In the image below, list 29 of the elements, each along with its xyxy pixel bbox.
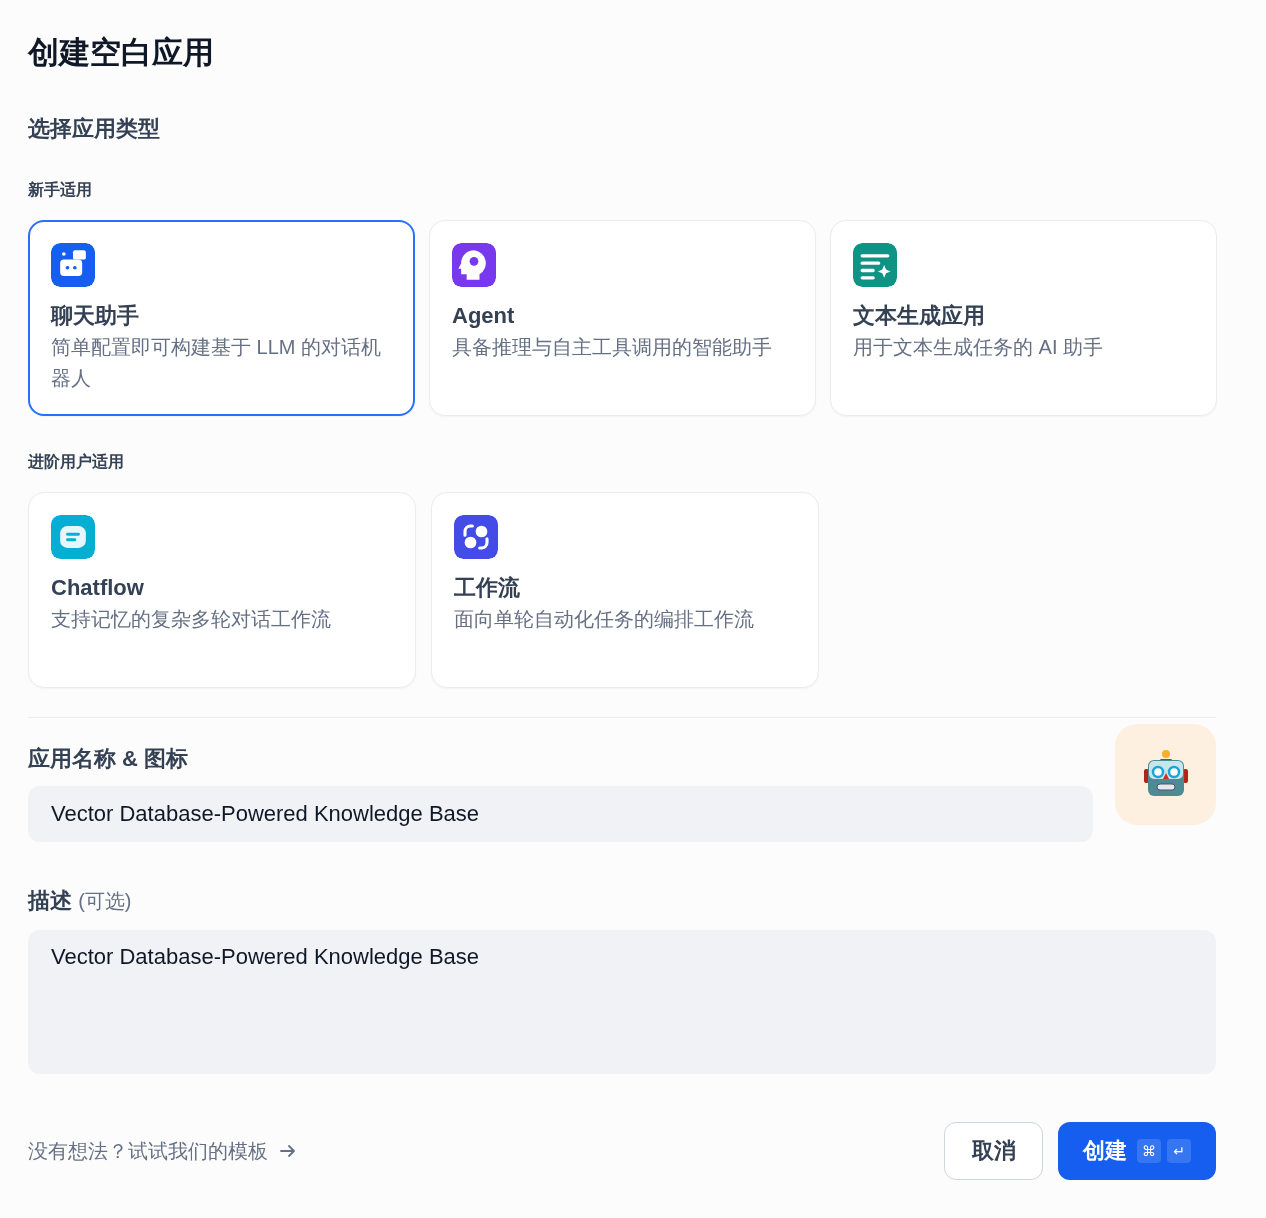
group-label: 进阶用户适用 [28, 452, 124, 472]
template-link[interactable]: 没有想法？试试我们的模板 [28, 1137, 298, 1165]
shortcut-key: ↵ [1167, 1139, 1191, 1163]
app-type-description: 具备推理与自主工具调用的智能助手 [452, 335, 773, 360]
app-type-description: 用于文本生成任务的 AI 助手 [853, 335, 1104, 360]
section-heading: 选择应用类型 [28, 115, 160, 143]
app-type-title: Chatflow [51, 574, 144, 602]
app-type-title: 文本生成应用 [853, 302, 985, 330]
shortcut-key: ⌘ [1137, 1139, 1161, 1163]
description-textarea[interactable]: Vector Database-Powered Knowledge Base [28, 930, 1216, 1074]
app-type-card[interactable]: Chatflow 支持记忆的复杂多轮对话工作流 [28, 492, 416, 688]
app-type-description: 支持记忆的复杂多轮对话工作流 [51, 607, 332, 632]
app-type-title: Agent [452, 302, 515, 330]
app-type-card[interactable]: 文本生成应用 用于文本生成任务的 AI 助手 [830, 220, 1217, 416]
app-type-description: 简单配置即可构建基于 LLM 的对话机器人 [51, 335, 383, 391]
field-label: 应用名称 & 图标 [28, 746, 189, 771]
app-type-card[interactable]: Agent 具备推理与自主工具调用的智能助手 [429, 220, 816, 416]
create-button[interactable]: 创建 ⌘ ↵ [1058, 1122, 1216, 1180]
app-type-title: 聊天助手 [51, 302, 139, 330]
app-type-title: 工作流 [454, 574, 520, 602]
app-icon-picker[interactable] [1115, 724, 1216, 825]
group-label: 新手适用 [28, 180, 92, 200]
app-type-description: 面向单轮自动化任务的编排工作流 [454, 607, 755, 632]
dialog-title: 创建空白应用 [28, 34, 214, 72]
cancel-button[interactable]: 取消 [944, 1122, 1043, 1180]
field-label: 描述 (可选) [28, 888, 132, 913]
app-name-input[interactable]: Vector Database-Powered Knowledge Base [28, 786, 1093, 842]
app-type-card[interactable]: 工作流 面向单轮自动化任务的编排工作流 [431, 492, 819, 688]
app-type-card[interactable]: 聊天助手 简单配置即可构建基于 LLM 的对话机器人 [28, 220, 415, 416]
